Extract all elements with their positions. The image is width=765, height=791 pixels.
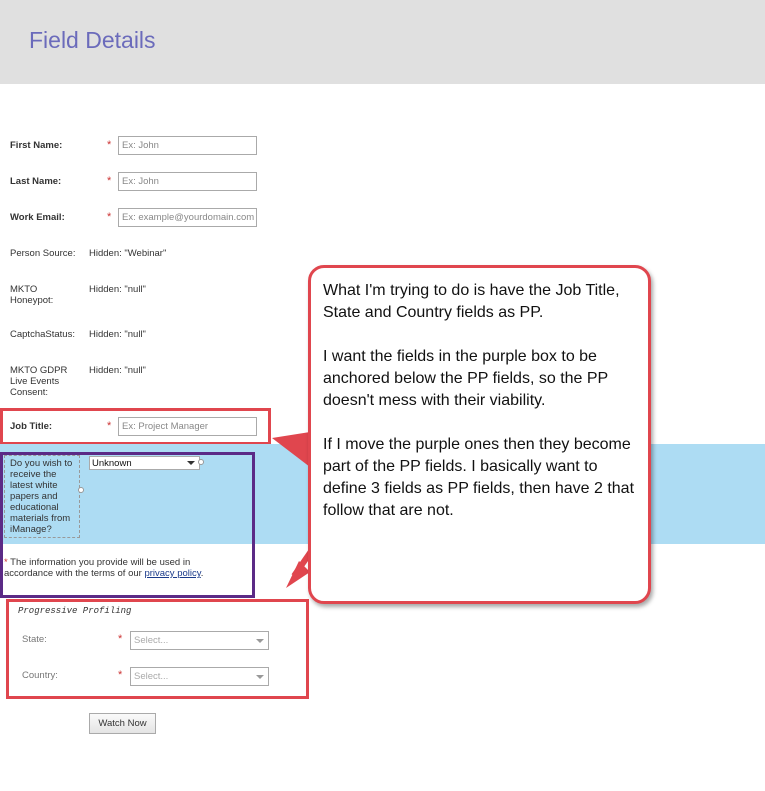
arrow-to-job-title-icon [272, 432, 310, 467]
callout-paragraph: I want the fields in the purple box to b… [323, 348, 608, 409]
callout-paragraph: If I move the purple ones then they beco… [323, 436, 635, 519]
annotation-callout: What I'm trying to do is have the Job Ti… [308, 265, 651, 604]
callout-paragraph: What I'm trying to do is have the Job Ti… [323, 282, 620, 321]
